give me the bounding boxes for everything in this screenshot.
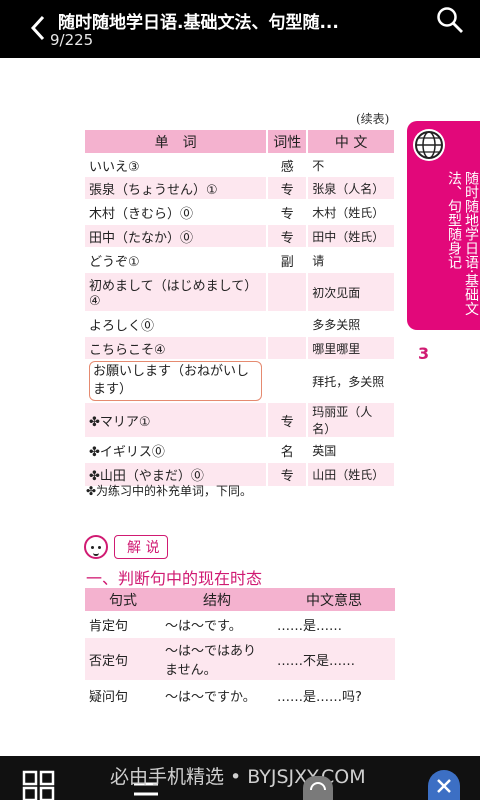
column-header: 中 文 [307,130,396,154]
meaning-cell: 多多关照 [307,311,396,336]
rotate-button[interactable] [303,776,333,800]
side-tab-title: 随时随地学日语·基础文法、句型随身记 [446,171,479,316]
meaning-cell: 请 [307,247,396,272]
grammar-table: 句式 结构 中文意思 肯定句 ～は～です。 ……是…… 否定句 ～は～ではありません。… [85,588,395,709]
chapter-number: 3 [418,344,430,363]
thumbnail-grid-button[interactable] [22,770,56,800]
close-button[interactable] [428,770,460,800]
structure-cell: ～は～です。 [161,611,273,637]
meaning-cell: 张泉（人名） [307,175,396,200]
word-cell: いいえ③ [85,153,269,176]
table-row: 初めまして（はじめまして）④ 初次见面 [85,271,396,312]
table-row: 張泉（ちょうせん）① 专张泉（人名） [85,175,396,200]
meaning-cell: ……是……吗? [273,680,395,709]
page-counter: 9/225 [50,31,94,49]
pos-cell: 感 [267,153,309,176]
table-row: ✤マリア① 专玛丽亚（人名） [85,401,396,438]
table-row: 田中（たなか）⓪ 专田中（姓氏） [85,223,396,248]
column-header: 词性 [267,130,309,154]
pos-cell: 名 [267,437,309,462]
table-row: いいえ③ 感不 [85,153,396,176]
column-header: 中文意思 [273,588,395,612]
meaning-cell: 哪里哪里 [307,335,396,360]
pos-cell [267,311,309,336]
footnote: ✤为练习中的补充单词，下同。 [86,484,253,498]
column-header: 句式 [85,588,161,612]
word-cell: ✤イギリス⓪ [85,437,269,462]
table-row: よろしく⓪ 多多关照 [85,311,396,336]
pos-cell [267,271,309,312]
grammar-header-row: 句式 结构 中文意思 [85,588,395,612]
back-button[interactable] [24,12,52,44]
close-icon [437,779,451,793]
meaning-cell: 田中（姓氏） [307,223,396,248]
character-face-icon [84,535,108,559]
vocabulary-header-row: 单 词 词性 中 文 [85,130,396,154]
table-row: 否定句 ～は～ではありません。 ……不是…… [85,636,395,681]
table-row: どうぞ① 副请 [85,247,396,272]
top-bar: 随时随地学日语.基础文法、句型随... 9/225 [0,0,480,58]
word-cell: こちらこそ④ [85,335,269,360]
meaning-cell: 拜托，多关照 [307,359,396,402]
structure-cell: ～は～ですか。 [161,680,273,709]
chapter-side-tab: 随时随地学日语·基础文法、句型随身记 [407,121,480,330]
search-icon [437,7,463,33]
book-page[interactable]: (续表) 单 词 词性 中 文 いいえ③ 感不 張泉（ちょうせん）① 专张泉（人名）… [0,58,480,756]
word-cell: ✤マリア① [85,401,269,438]
chevron-left-icon [30,15,45,41]
meaning-cell: 山田（姓氏） [307,461,396,486]
table-row: こちらこそ④ 哪里哪里 [85,335,396,360]
highlighted-word: お願いします（おねがいします） [89,361,263,401]
meaning-cell: 初次见面 [307,271,396,312]
pos-cell: 副 [267,247,309,272]
bottom-toolbar: 必由手机精选 • BYJSJXY.COM [0,756,480,800]
meaning-cell: 玛丽亚（人名） [307,401,396,438]
section-heading: 一、判断句中的现在时态 [86,569,263,588]
column-header: 结构 [161,588,273,612]
type-cell: 肯定句 [85,611,161,637]
search-button[interactable] [436,6,466,36]
grid-icon [22,770,55,800]
pos-cell: 专 [267,223,309,248]
table-row: 肯定句 ～は～です。 ……是…… [85,611,395,637]
word-cell: 田中（たなか）⓪ [85,223,269,248]
book-title: 随时随地学日语.基础文法、句型随... [58,13,339,33]
column-header: 单 词 [85,130,269,154]
word-cell: 初めまして（はじめまして）④ [85,271,269,312]
pos-cell [267,335,309,360]
meaning-cell: 不 [307,153,396,176]
table-row: お願いします（おねがいします） 拜托，多关照 [85,359,396,402]
explanation-tag: 解 说 [114,535,169,559]
continued-label: (续表) [356,112,390,126]
explanation-label: 解 说 [84,534,169,560]
word-cell: 張泉（ちょうせん）① [85,175,269,200]
meaning-cell: ……不是…… [273,636,395,681]
pos-cell: 专 [267,461,309,486]
rotate-icon [310,782,326,791]
word-cell: 木村（きむら）⓪ [85,199,269,224]
vocabulary-table: 单 词 词性 中 文 いいえ③ 感不 張泉（ちょうせん）① 专张泉（人名） 木村（き… [85,130,396,486]
type-cell: 疑问句 [85,680,161,709]
pos-cell [267,359,309,402]
globe-icon [413,129,445,161]
word-cell: どうぞ① [85,247,269,272]
pos-cell: 专 [267,199,309,224]
meaning-cell: ……是…… [273,611,395,637]
meaning-cell: 木村（姓氏） [307,199,396,224]
table-row: ✤イギリス⓪ 名英国 [85,437,396,462]
table-row: 木村（きむら）⓪ 专木村（姓氏） [85,199,396,224]
structure-cell: ～は～ではありません。 [161,636,273,681]
pos-cell: 专 [267,401,309,438]
pos-cell: 专 [267,175,309,200]
type-cell: 否定句 [85,636,161,681]
table-row: 疑问句 ～は～ですか。 ……是……吗? [85,680,395,709]
word-cell: よろしく⓪ [85,311,269,336]
word-cell: お願いします（おねがいします） [85,359,269,402]
meaning-cell: 英国 [307,437,396,462]
